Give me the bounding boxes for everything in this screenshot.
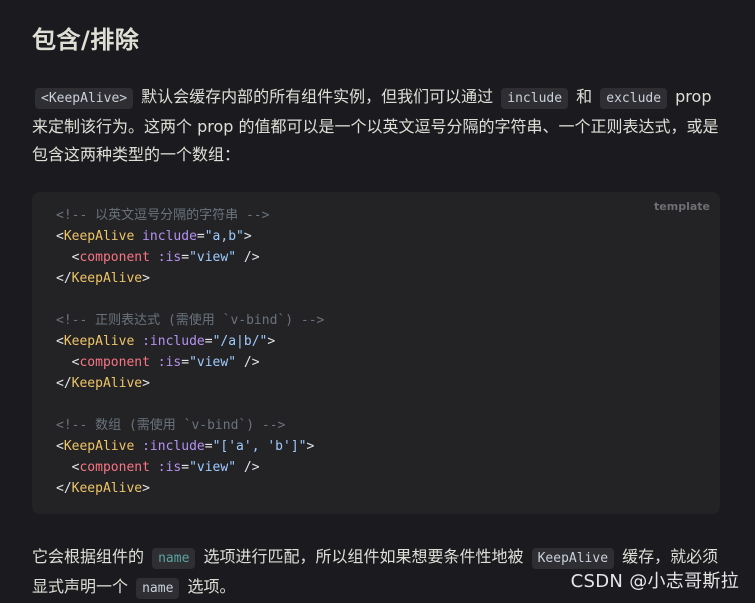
code-token-attr: :is xyxy=(149,250,182,265)
code-token-bracket: > xyxy=(142,481,150,496)
code-token-bracket: /> xyxy=(236,250,260,265)
intro-text-2: 和 xyxy=(571,87,598,106)
code-line: <component :is="view" /> xyxy=(56,247,324,268)
code-token-comment: <!-- 以英文逗号分隔的字符串 --> xyxy=(56,208,270,223)
code-token-str: "view" xyxy=(189,250,237,265)
code-token-str: "/a|b/" xyxy=(212,334,268,349)
code-token-bracket: = xyxy=(204,439,213,454)
inline-code-exclude: exclude xyxy=(600,88,668,109)
intro-text-1: 默认会缓存内部的所有组件实例，但我们可以通过 xyxy=(136,87,499,106)
code-token-bracket: > xyxy=(243,229,252,244)
section-heading: 包含/排除 xyxy=(32,26,140,54)
code-token-bracket: > xyxy=(142,271,150,286)
code-line: <component :is="view" /> xyxy=(56,457,324,478)
code-token-str: "view" xyxy=(189,355,237,370)
code-token-comment: <!-- 正则表达式 (需使用 `v-bind`) --> xyxy=(56,313,325,328)
code-block: template <!-- 以英文逗号分隔的字符串 --> <KeepAlive … xyxy=(32,192,720,514)
code-token-attr: :is xyxy=(149,355,182,370)
code-line: <KeepAlive :include="['a', 'b']"> xyxy=(56,436,324,457)
code-line: </KeepAlive> xyxy=(56,268,324,289)
inline-code-name-2: name xyxy=(136,578,180,599)
code-token-bracket: = xyxy=(181,355,190,370)
code-token-bracket: = xyxy=(196,229,205,244)
code-token-tag: KeepAlive xyxy=(63,439,135,454)
code-token-bracket: < xyxy=(56,250,80,265)
code-line: <KeepAlive include="a,b"> xyxy=(56,226,324,247)
code-token-str: "view" xyxy=(189,460,237,475)
code-token-bracket: = xyxy=(204,334,213,349)
outro-text-2: 选项进行匹配，所以组件如果想要条件性地被 xyxy=(198,547,529,566)
code-token-attr: :include xyxy=(134,334,205,349)
code-token-bracket: > xyxy=(306,439,315,454)
code-token-bracket: </ xyxy=(56,376,72,391)
code-token-tag2: component xyxy=(79,460,150,475)
code-token-tag: KeepAlive xyxy=(71,376,143,391)
code-line: <!-- 数组 (需使用 `v-bind`) --> xyxy=(56,415,324,436)
code-token-bracket: </ xyxy=(56,481,72,496)
code-token-bracket: < xyxy=(56,229,64,244)
outro-text-1: 它会根据组件的 xyxy=(32,547,150,566)
code-line: <!-- 正则表达式 (需使用 `v-bind`) --> xyxy=(56,310,324,331)
code-token-bracket: /> xyxy=(236,355,260,370)
code-token-bracket: < xyxy=(56,439,64,454)
code-token-tag: KeepAlive xyxy=(63,229,135,244)
code-token-bracket: < xyxy=(56,334,64,349)
outro-text-4: 选项。 xyxy=(182,577,236,596)
code-line: <component :is="view" /> xyxy=(56,352,324,373)
csdn-watermark: CSDN @小志哥斯拉 xyxy=(570,571,739,592)
code-token-tag: KeepAlive xyxy=(63,334,135,349)
code-token-bracket: /> xyxy=(236,460,260,475)
code-line: </KeepAlive> xyxy=(56,373,324,394)
code-token-bracket: > xyxy=(267,334,276,349)
code-token-attr: :include xyxy=(134,439,205,454)
inline-code-keepalive: <KeepAlive> xyxy=(35,88,134,109)
code-content: <!-- 以英文逗号分隔的字符串 --> <KeepAlive include="… xyxy=(56,205,324,499)
code-line: </KeepAlive> xyxy=(56,478,324,499)
code-token-tag: KeepAlive xyxy=(71,271,143,286)
inline-code-keepalive-2: KeepAlive xyxy=(531,548,615,569)
code-token-comment: <!-- 数组 (需使用 `v-bind`) --> xyxy=(56,418,286,433)
code-line: <KeepAlive :include="/a|b/"> xyxy=(56,331,324,352)
code-line: <!-- 以英文逗号分隔的字符串 --> xyxy=(56,205,324,226)
code-token-bracket: </ xyxy=(56,271,72,286)
inline-code-name: name xyxy=(152,548,196,569)
code-token-bracket: < xyxy=(56,355,80,370)
inline-code-include: include xyxy=(501,88,569,109)
code-token-str: "a,b" xyxy=(204,229,244,244)
code-token-bracket: > xyxy=(142,376,150,391)
code-token-bracket: = xyxy=(181,460,190,475)
code-token-bracket: = xyxy=(181,250,190,265)
code-token-attr: include xyxy=(134,229,197,244)
intro-paragraph: <KeepAlive> 默认会缓存内部的所有组件实例，但我们可以通过 inclu… xyxy=(32,83,722,169)
code-token-tag2: component xyxy=(79,355,150,370)
code-token-tag: KeepAlive xyxy=(71,481,143,496)
code-language-label: template xyxy=(654,200,710,213)
code-token-tag2: component xyxy=(79,250,150,265)
code-token-bracket: < xyxy=(56,460,80,475)
code-token-attr: :is xyxy=(149,460,182,475)
code-token-str: "['a', 'b']" xyxy=(212,439,307,454)
